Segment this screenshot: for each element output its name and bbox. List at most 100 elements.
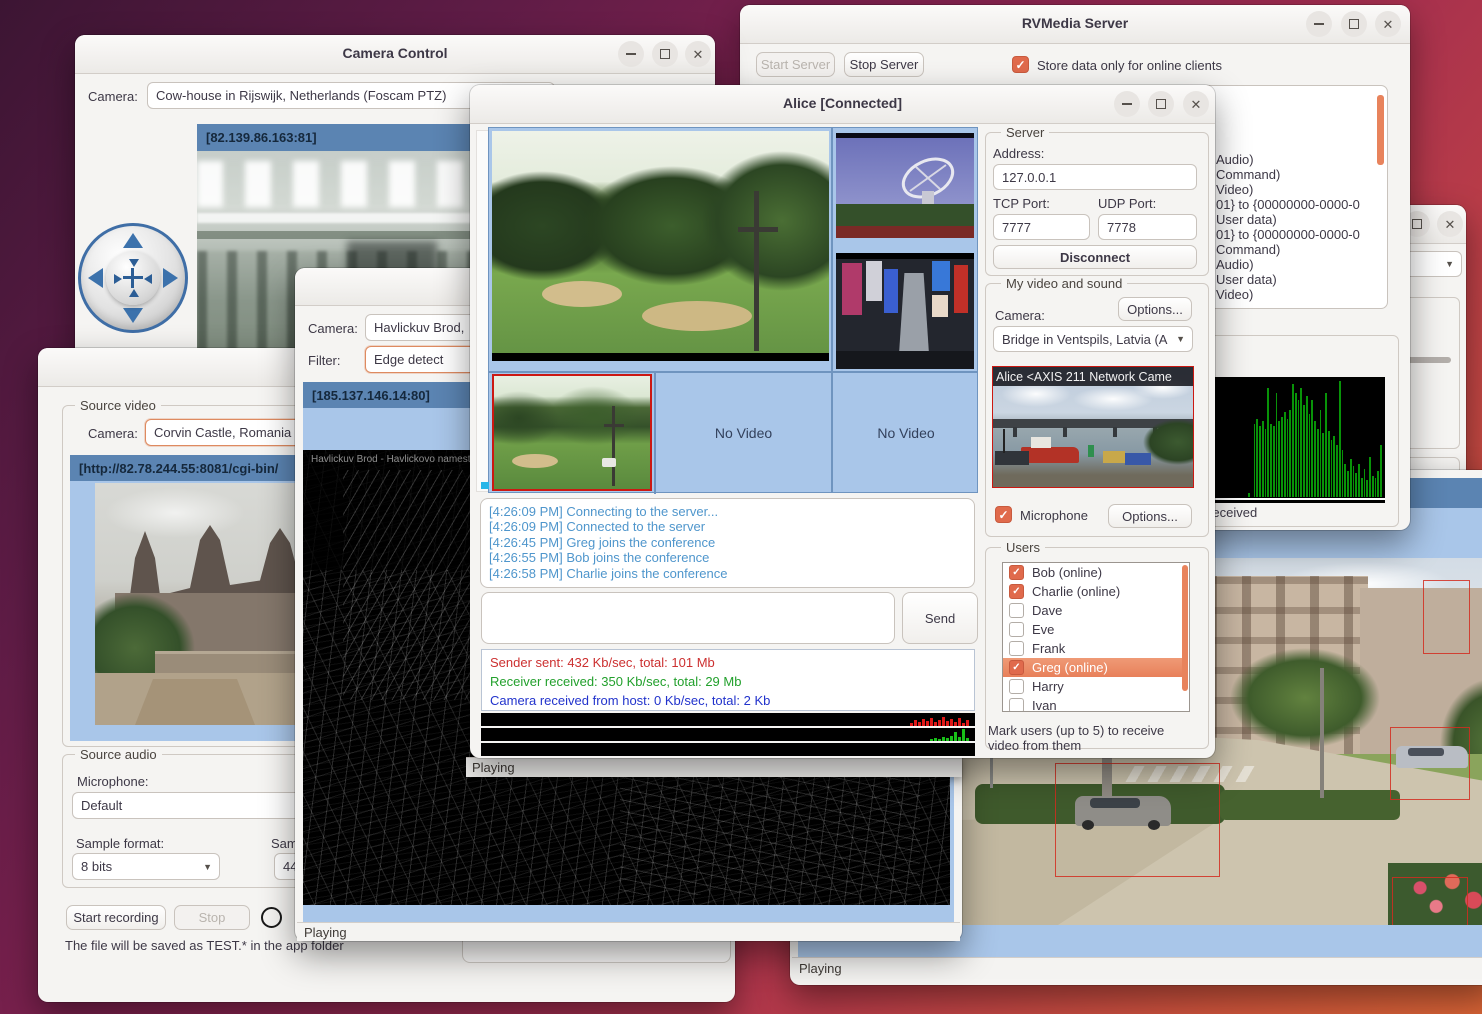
camera-control-titlebar[interactable]: Camera Control ✕	[75, 35, 715, 74]
motion-detection-box	[1392, 877, 1468, 925]
user-name: Harry	[1032, 679, 1064, 694]
motion-detection-box	[1055, 763, 1220, 877]
preview-caption-bar: Alice <AXIS 211 Network Came	[993, 367, 1194, 386]
disconnect-button[interactable]: Disconnect	[993, 245, 1197, 269]
ptz-up-arrow[interactable]	[123, 233, 143, 248]
stat-sender: Sender sent: 432 Kb/sec, total: 101 Mb	[490, 653, 966, 672]
close-icon[interactable]: ✕	[1375, 11, 1401, 37]
user-list-item[interactable]: Eve	[1003, 620, 1182, 639]
ptz-down-arrow[interactable]	[123, 308, 143, 323]
user-list-item[interactable]: ✓Greg (online)	[1003, 658, 1182, 677]
ptz-left-arrow[interactable]	[88, 268, 103, 288]
stat-receiver: Receiver received: 350 Kb/sec, total: 29…	[490, 672, 966, 691]
motion-detection-box	[1423, 580, 1470, 654]
user-list-item[interactable]: ✓Charlie (online)	[1003, 582, 1182, 601]
edge-filter-label: Filter:	[308, 353, 341, 368]
rec-camera-value: Corvin Castle, Romania (	[154, 425, 299, 440]
user-list-item[interactable]: Ivan	[1003, 696, 1182, 712]
tcp-port-value: 7777	[1002, 220, 1031, 235]
store-data-checkbox[interactable]: ✓	[1012, 56, 1029, 73]
cc-camera-label: Camera:	[88, 89, 138, 104]
start-server-button[interactable]: Start Server	[756, 52, 835, 77]
stat-camera: Camera received from host: 0 Kb/sec, tot…	[490, 691, 966, 710]
store-data-label: Store data only for online clients	[1037, 58, 1222, 73]
chat-log[interactable]: [4:26:09 PM] Connecting to the server...…	[480, 498, 975, 588]
users-listbox[interactable]: ✓ Bob (online) ✓Charlie (online) Dave EveFra…	[1002, 562, 1190, 712]
udp-port-label: UDP Port:	[1098, 196, 1156, 211]
camera-options-button[interactable]: Options...	[1118, 297, 1192, 321]
ptz-right-arrow[interactable]	[163, 268, 178, 288]
maximize-icon[interactable]	[1148, 91, 1174, 117]
server-group-label: Server	[1001, 125, 1049, 140]
server-log-line: Video)	[1216, 287, 1360, 302]
maximize-icon[interactable]	[1341, 11, 1367, 37]
sliver-slider[interactable]	[1407, 357, 1451, 363]
user-checkbox[interactable]	[1009, 679, 1024, 694]
user-checkbox[interactable]: ✓	[1009, 565, 1024, 580]
user-checkbox[interactable]: ✓	[1009, 660, 1024, 675]
user-checkbox[interactable]	[1009, 622, 1024, 637]
stats-panel: Sender sent: 432 Kb/sec, total: 101 Mb R…	[481, 649, 975, 711]
sliver-status-text: Playing	[472, 760, 515, 775]
alice-titlebar[interactable]: Alice [Connected] ✕	[470, 85, 1215, 124]
chat-input[interactable]	[481, 592, 895, 644]
user-list-item[interactable]: Dave	[1003, 601, 1182, 620]
address-value: 127.0.0.1	[1002, 170, 1056, 185]
rec-camera-label: Camera:	[88, 426, 138, 441]
ptz-center-button[interactable]	[106, 251, 160, 305]
microphone-checkbox[interactable]: ✓	[995, 506, 1012, 523]
playing-sliver-window: Playing	[466, 757, 962, 777]
server-log-lines: Audio)Command)Video)01} to {00000000-000…	[1216, 152, 1360, 302]
user-name: Bob (online)	[1032, 565, 1102, 580]
user-checkbox[interactable]	[1009, 698, 1024, 712]
user-checkbox[interactable]: ✓	[1009, 584, 1024, 599]
remote-video-golf[interactable]	[492, 131, 829, 361]
user-list-item[interactable]: Frank	[1003, 639, 1182, 658]
cc-video-header-text: [82.139.86.163:81]	[206, 130, 317, 145]
mic-options-button[interactable]: Options...	[1108, 504, 1192, 528]
stop-recording-button[interactable]: Stop	[174, 905, 250, 930]
no-video-cell-2[interactable]: No Video	[834, 374, 978, 492]
edge-camera-label: Camera:	[308, 321, 358, 336]
no-video-cell-1[interactable]: No Video	[657, 374, 830, 492]
start-recording-button[interactable]: Start recording	[66, 905, 166, 930]
close-icon[interactable]: ✕	[1183, 91, 1209, 117]
user-checkbox[interactable]	[1009, 603, 1024, 618]
sender-graph	[481, 713, 975, 726]
sample-format-value: 8 bits	[81, 859, 112, 874]
remote-video-telescope[interactable]	[836, 133, 974, 238]
user-checkbox[interactable]	[1009, 641, 1024, 656]
remote-video-timessquare[interactable]	[836, 253, 974, 369]
address-label: Address:	[993, 146, 1044, 161]
server-log-line: User data)	[1216, 212, 1360, 227]
street-status-text: Playing	[799, 961, 842, 976]
send-button[interactable]: Send	[902, 592, 978, 644]
minimize-icon[interactable]	[618, 41, 644, 67]
close-icon[interactable]: ✕	[685, 41, 711, 67]
camera-graph	[481, 743, 975, 756]
self-video-thumbnail[interactable]	[492, 374, 652, 491]
stop-server-button[interactable]: Stop Server	[844, 52, 924, 77]
users-scrollbar[interactable]	[1182, 565, 1188, 691]
address-input[interactable]: 127.0.0.1	[993, 164, 1197, 190]
server-log-scrollbar[interactable]	[1377, 95, 1384, 165]
ptz-control[interactable]	[78, 223, 188, 333]
tcp-port-input[interactable]: 7777	[993, 214, 1090, 240]
media-camera-label: Camera:	[995, 308, 1045, 323]
user-name: Dave	[1032, 603, 1062, 618]
user-list-item[interactable]: ✓ Bob (online)	[1003, 563, 1182, 582]
user-list-item[interactable]: Harry	[1003, 677, 1182, 696]
close-icon[interactable]: ✕	[1437, 211, 1463, 237]
sample-format-combobox[interactable]: 8 bits ▼	[72, 853, 220, 880]
street-status-bar: Playing	[792, 957, 1482, 979]
maximize-icon[interactable]	[652, 41, 678, 67]
media-camera-combobox[interactable]: Bridge in Ventspils, Latvia (A ▼	[993, 326, 1193, 352]
users-hint: Mark users (up to 5) to receive video fr…	[988, 723, 1196, 753]
server-titlebar[interactable]: RVMedia Server ✕	[740, 5, 1410, 44]
cc-camera-value: Cow-house in Rijswijk, Netherlands (Fosc…	[156, 88, 446, 103]
minimize-icon[interactable]	[1306, 11, 1332, 37]
udp-port-input[interactable]: 7778	[1098, 214, 1197, 240]
edge-status-bar: Playing	[297, 922, 960, 941]
minimize-icon[interactable]	[1114, 91, 1140, 117]
histogram-axis	[1213, 498, 1385, 500]
